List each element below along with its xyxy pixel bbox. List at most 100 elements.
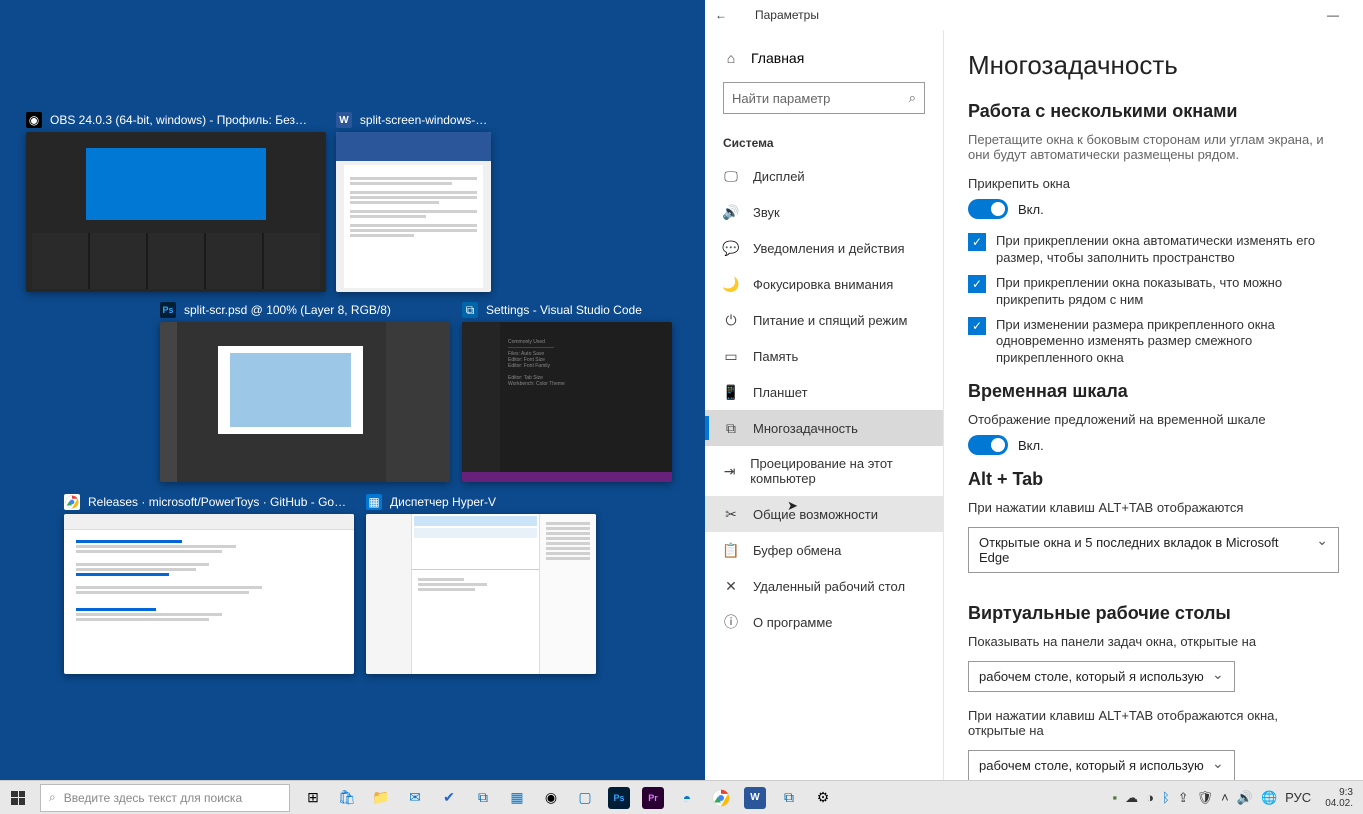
nav-item-5[interactable]: ▭ Память bbox=[705, 338, 943, 374]
back-button[interactable]: ← bbox=[715, 8, 735, 22]
settings-titlebar: ← Параметры — bbox=[705, 0, 1363, 30]
taskbar-edge[interactable]: ◓ bbox=[670, 781, 704, 814]
taskbar-explorer[interactable]: 📁 bbox=[364, 781, 398, 814]
taskbar-todo[interactable]: ✔ bbox=[432, 781, 466, 814]
thumb-preview bbox=[160, 322, 450, 482]
nav-item-1[interactable]: 🔊Звук bbox=[705, 194, 943, 230]
check-adjacent[interactable]: ✓ bbox=[968, 317, 986, 335]
nav-item-11[interactable]: ✕ Удаленный рабочий стол bbox=[705, 568, 943, 604]
check-suggest[interactable]: ✓ bbox=[968, 275, 986, 293]
settings-content[interactable]: Многозадачность Работа с несколькими окн… bbox=[943, 30, 1363, 780]
vdesk-value2: рабочем столе, который я использую bbox=[979, 758, 1204, 773]
tray-language[interactable]: РУС bbox=[1285, 790, 1311, 805]
tray-onedrive-icon[interactable]: ☁ bbox=[1125, 790, 1138, 806]
thumb-vscode[interactable]: ⧉ Settings - Visual Studio Code Commonly… bbox=[462, 302, 672, 482]
taskbar-vscode[interactable]: ⧉ bbox=[466, 781, 500, 814]
nav-label: Питание и спящий режим bbox=[753, 313, 907, 328]
tray-app1-icon[interactable]: ▪ bbox=[1112, 790, 1117, 805]
thumb-title: OBS 24.0.3 (64-bit, windows) - Профиль: … bbox=[50, 113, 310, 127]
tray-chevron-up-icon[interactable]: ˄ bbox=[1221, 790, 1229, 805]
tray-app2-icon[interactable]: ◑ bbox=[1146, 790, 1154, 805]
task-view-button[interactable]: ⊞ bbox=[296, 781, 330, 814]
nav-item-9[interactable]: ✂Общие возможности bbox=[705, 496, 943, 532]
nav-icon: ⓘ bbox=[723, 614, 739, 630]
thumb-preview bbox=[336, 132, 491, 292]
timeline-toggle[interactable] bbox=[968, 435, 1008, 455]
home-icon: ⌂ bbox=[723, 50, 739, 66]
nav-label: Буфер обмена bbox=[753, 543, 841, 558]
nav-label: Уведомления и действия bbox=[753, 241, 905, 256]
nav-item-12[interactable]: ⓘО программе bbox=[705, 604, 943, 640]
snap-toggle[interactable] bbox=[968, 199, 1008, 219]
section-alttab-head: Alt + Tab bbox=[968, 469, 1339, 490]
nav-item-4[interactable]: ⏻Питание и спящий режим bbox=[705, 302, 943, 338]
taskbar-settings[interactable]: ⚙ bbox=[806, 781, 840, 814]
taskbar-word[interactable]: W bbox=[744, 787, 766, 809]
thumb-photoshop[interactable]: Ps split-scr.psd @ 100% (Layer 8, RGB/8) bbox=[160, 302, 450, 482]
nav-item-2[interactable]: 💬Уведомления и действия bbox=[705, 230, 943, 266]
check-resize-label: При прикреплении окна автоматически изме… bbox=[996, 233, 1328, 267]
taskbar-mail[interactable]: ✉ bbox=[398, 781, 432, 814]
nav-item-3[interactable]: 🌙Фокусировка внимания bbox=[705, 266, 943, 302]
nav-label: Память bbox=[753, 349, 798, 364]
thumb-preview: Commonly Used─────────────Files: Auto Sa… bbox=[462, 322, 672, 482]
taskbar-clock[interactable]: 9:3 04.02. bbox=[1319, 787, 1353, 809]
nav-item-7[interactable]: ⧉Многозадачность bbox=[705, 410, 943, 446]
check-resize[interactable]: ✓ bbox=[968, 233, 986, 251]
system-tray: ▪ ☁ ◑ ᛒ ⇪ 🛡 ˄ 🔊 🌐 РУС 9:3 04.02. bbox=[1102, 787, 1363, 809]
nav-icon: ✂ bbox=[723, 506, 739, 522]
search-placeholder: Найти параметр bbox=[732, 91, 830, 106]
minimize-button[interactable]: — bbox=[1313, 8, 1353, 22]
alttab-dropdown[interactable]: Открытые окна и 5 последних вкладок в Mi… bbox=[968, 527, 1339, 573]
nav-label: Фокусировка внимания bbox=[753, 277, 893, 292]
section-windows-head: Работа с несколькими окнами bbox=[968, 101, 1339, 122]
vscode-icon: ⧉ bbox=[462, 302, 478, 318]
tray-usb-icon[interactable]: ⇪ bbox=[1178, 790, 1189, 806]
vdesk-dropdown-2[interactable]: рабочем столе, который я использую bbox=[968, 750, 1235, 780]
nav-icon: ✕ bbox=[723, 578, 739, 594]
thumb-obs[interactable]: ◉ OBS 24.0.3 (64-bit, windows) - Профиль… bbox=[26, 112, 326, 292]
section-timeline-head: Временная шкала bbox=[968, 381, 1339, 402]
nav-item-0[interactable]: 🖵Дисплей bbox=[705, 158, 943, 194]
timeline-desc: Отображение предложений на временной шка… bbox=[968, 412, 1339, 427]
thumb-hyperv[interactable]: ▦ Диспетчер Hyper-V bbox=[366, 494, 596, 674]
thumb-preview bbox=[26, 132, 326, 292]
taskbar-app1[interactable]: ▦ bbox=[500, 781, 534, 814]
vdesk-desc2: При нажатии клавиш ALT+TAB отображаются … bbox=[968, 708, 1339, 738]
taskbar-photoshop[interactable]: Ps bbox=[608, 787, 630, 809]
nav-item-8[interactable]: ⇥Проецирование на этот компьютер bbox=[705, 446, 943, 496]
alttab-desc: При нажатии клавиш ALT+TAB отображаются bbox=[968, 500, 1339, 515]
taskbar-store[interactable]: 🛍 bbox=[330, 781, 364, 814]
photoshop-icon: Ps bbox=[160, 302, 176, 318]
tray-network-icon[interactable]: 🌐 bbox=[1261, 790, 1277, 806]
nav-icon: ▭ bbox=[723, 348, 739, 364]
nav-label: Проецирование на этот компьютер bbox=[750, 456, 925, 486]
settings-search[interactable]: Найти параметр ⌕ bbox=[723, 82, 925, 114]
start-button[interactable] bbox=[0, 781, 36, 814]
nav-home[interactable]: ⌂ Главная bbox=[705, 40, 943, 76]
page-title: Многозадачность bbox=[968, 50, 1339, 81]
taskbar-premiere[interactable]: Pr bbox=[642, 787, 664, 809]
settings-app-title: Параметры bbox=[755, 8, 819, 22]
windows-desc: Перетащите окна к боковым сторонам или у… bbox=[968, 132, 1328, 162]
taskbar-search[interactable]: ⌕ Введите здесь текст для поиска bbox=[40, 784, 290, 812]
taskbar-chrome[interactable] bbox=[704, 781, 738, 814]
section-vdesk-head: Виртуальные рабочие столы bbox=[968, 603, 1339, 624]
nav-label: Удаленный рабочий стол bbox=[753, 579, 905, 594]
nav-section-title: Система bbox=[705, 128, 943, 158]
thumb-title: Диспетчер Hyper-V bbox=[390, 495, 496, 509]
nav-item-10[interactable]: 📋Буфер обмена bbox=[705, 532, 943, 568]
settings-nav: ⌂ Главная Найти параметр ⌕ Система 🖵Дисп… bbox=[705, 30, 943, 780]
nav-item-6[interactable]: 📱Планшет bbox=[705, 374, 943, 410]
thumb-chrome[interactable]: Releases · microsoft/PowerToys · GitHub … bbox=[64, 494, 354, 674]
toggle-on-label: Вкл. bbox=[1018, 202, 1044, 217]
taskbar-vscode2[interactable]: ⧉ bbox=[772, 781, 806, 814]
taskbar-app2[interactable]: ▢ bbox=[568, 781, 602, 814]
taskbar-obs[interactable]: ◉ bbox=[534, 781, 568, 814]
tray-bluetooth-icon[interactable]: ᛒ bbox=[1162, 790, 1170, 805]
tray-security-icon[interactable]: 🛡 bbox=[1197, 790, 1214, 806]
snap-label: Прикрепить окна bbox=[968, 176, 1339, 191]
thumb-word[interactable]: W split-screen-windows-1... bbox=[336, 112, 491, 292]
tray-volume-icon[interactable]: 🔊 bbox=[1237, 790, 1253, 806]
vdesk-dropdown-1[interactable]: рабочем столе, который я использую bbox=[968, 661, 1235, 692]
